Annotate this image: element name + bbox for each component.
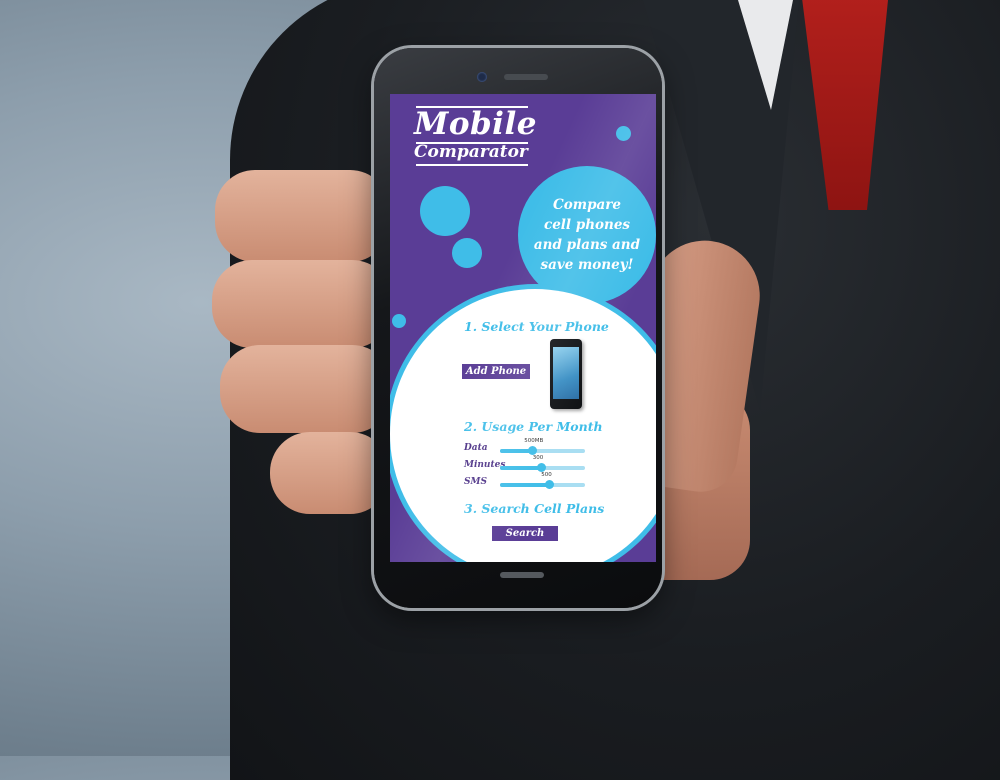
smartphone-icon <box>550 339 582 409</box>
hand-finger <box>220 345 392 433</box>
logo-title: Mobile <box>414 106 537 142</box>
home-button[interactable] <box>500 572 544 578</box>
data-slider[interactable]: 500MB <box>500 438 585 455</box>
phone-preview-screen <box>553 347 579 399</box>
circle-bubble-icon <box>420 186 470 236</box>
hand-finger <box>212 260 392 348</box>
add-phone-button[interactable]: Add Phone <box>462 364 530 379</box>
slider-value: 300 <box>532 455 544 461</box>
data-slider-label: Data <box>464 443 488 453</box>
logo-divider <box>416 164 528 166</box>
circle-bubble-icon <box>452 238 482 268</box>
slider-handle[interactable] <box>536 463 546 472</box>
step3-title: 3. Search Cell Plans <box>464 501 605 516</box>
app-screen: Mobile Comparator Compare cell phones an… <box>390 94 656 562</box>
slider-fill <box>500 483 550 487</box>
step2-title: 2. Usage Per Month <box>464 419 603 434</box>
circle-bubble-icon <box>616 126 631 141</box>
slider-fill <box>500 466 541 470</box>
step1-title: 1. Select Your Phone <box>464 319 609 334</box>
sms-slider-label: SMS <box>464 477 487 487</box>
logo-subtitle: Comparator <box>414 142 528 162</box>
promo-text: Compare cell phones and plans and save m… <box>533 197 641 273</box>
slider-value: 500MB <box>524 438 544 444</box>
hand-finger <box>215 170 390 262</box>
earpiece-speaker <box>504 74 548 80</box>
front-camera-icon <box>477 72 487 82</box>
slider-value: 500 <box>541 472 552 478</box>
hand-finger <box>270 432 390 514</box>
sms-slider[interactable]: 500 <box>500 472 585 489</box>
smartphone-device: Mobile Comparator Compare cell phones an… <box>374 48 662 608</box>
promo-bubble: Compare cell phones and plans and save m… <box>518 166 656 304</box>
circle-bubble-icon <box>392 314 406 328</box>
search-button[interactable]: Search <box>492 526 558 541</box>
minutes-slider[interactable]: 300 <box>500 455 585 472</box>
